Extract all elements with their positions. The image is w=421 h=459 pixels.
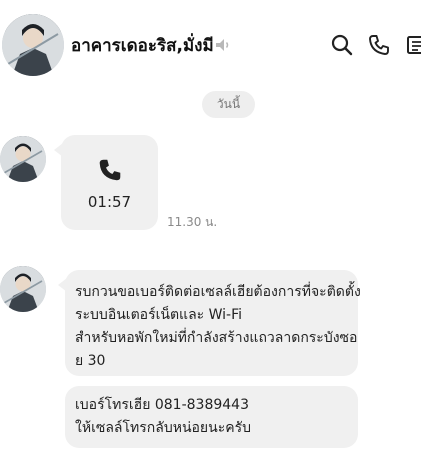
mute-icon (214, 36, 232, 54)
contact-avatar[interactable] (2, 14, 64, 76)
text-message-bubble[interactable]: รบกวนขอเบอร์ติดต่อเซลล์เฮียต้องการที่จะต… (58, 270, 361, 376)
phone-icon[interactable] (367, 33, 391, 57)
sender-avatar[interactable] (0, 266, 46, 312)
bubble-tail (58, 278, 67, 292)
message-text-line: รบกวนขอเบอร์ติดต่อเซลล์เฮียต้องการที่จะต… (75, 284, 361, 300)
sender-avatar[interactable] (0, 136, 46, 182)
chat-header: อาคารเดอะริส,มั่งมี (0, 0, 421, 90)
message-text-line: เบอร์โทรเฮีย 081-8389443 (75, 397, 249, 413)
message-text-line: สำหรับหอพักใหม่ที่กำลังสร้างแถวลาดกระบัง… (75, 330, 358, 346)
message-text-line: ระบบอินเตอร์เน็ตและ Wi-Fi (75, 307, 243, 323)
details-icon[interactable] (405, 33, 421, 57)
search-icon[interactable] (330, 33, 354, 57)
chat-title: อาคารเดอะริส,มั่งมี (71, 36, 214, 56)
message-text-line: ให้เซลล์โทรกลับหน่อยนะครับ (75, 420, 251, 436)
text-message-bubble[interactable]: เบอร์โทรเฮีย 081-8389443 ให้เซลล์โทรกลับ… (65, 386, 358, 448)
date-separator: วันนี้ (202, 91, 255, 118)
call-message-bubble[interactable]: 01:57 (54, 135, 158, 230)
bubble-tail (54, 143, 63, 157)
message-text-line: ย 30 (75, 353, 106, 369)
message-timestamp: 11.30 น. (167, 215, 218, 229)
call-duration: 01:57 (87, 193, 132, 211)
phone-call-icon (97, 157, 123, 183)
